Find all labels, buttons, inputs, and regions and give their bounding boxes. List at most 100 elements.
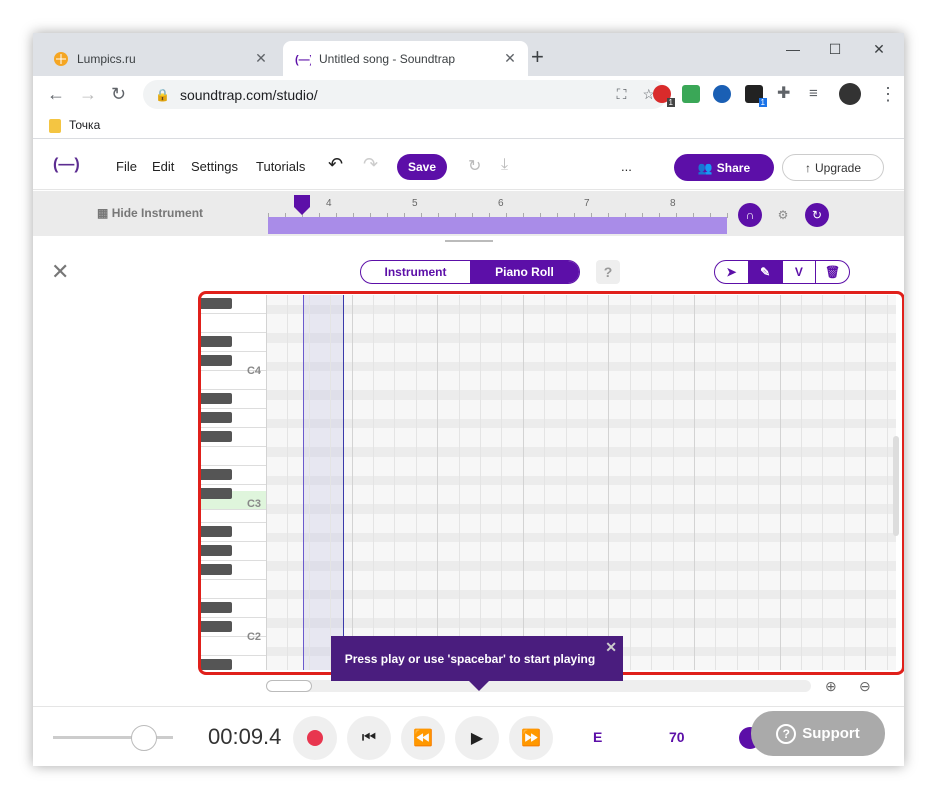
record-button[interactable] xyxy=(293,716,337,760)
piano-roll-editor: ✕ Instrument Piano Roll ? ➤ ✎ V 🗑 C4 C3 … xyxy=(33,236,904,706)
time-display: 00:09.4 xyxy=(208,724,282,749)
playback-tooltip: Press play or use 'spacebar' to start pl… xyxy=(331,636,623,691)
support-button[interactable]: ? Support xyxy=(751,711,885,756)
tool-group: ➤ ✎ V 🗑 xyxy=(714,260,850,284)
soundtrap-favicon-icon: (—) xyxy=(295,54,311,66)
tempo-display[interactable]: 70 xyxy=(669,729,685,745)
highlight-frame xyxy=(198,291,904,675)
profile-avatar[interactable] xyxy=(839,83,861,105)
soundtrap-logo[interactable]: (—) xyxy=(53,156,80,174)
share-button[interactable]: 👥 Share xyxy=(674,154,774,181)
sync-icon[interactable]: ↻ xyxy=(468,156,481,176)
reload-icon[interactable]: ↻ xyxy=(111,85,126,103)
pointer-tool-icon[interactable]: ➤ xyxy=(715,261,749,283)
play-button[interactable]: ▶ xyxy=(455,716,499,760)
hide-instrument-label: Hide Instrument xyxy=(111,206,204,220)
arrow-up-icon: ↑ xyxy=(804,160,811,175)
url-text: soundtrap.com/studio/ xyxy=(179,86,318,103)
tooltip-text: Press play or use 'spacebar' to start pl… xyxy=(344,651,596,666)
key-display[interactable]: E xyxy=(593,729,602,745)
record-icon xyxy=(307,730,323,746)
tab-close-icon[interactable]: ✕ xyxy=(502,50,518,67)
loop-region[interactable] xyxy=(268,217,727,234)
tooltip-close-icon[interactable]: ✕ xyxy=(605,639,617,656)
tab-lumpics[interactable]: Lumpics.ru ✕ xyxy=(41,41,279,76)
forward-icon[interactable]: → xyxy=(79,85,97,103)
ruler-number: 6 xyxy=(498,198,504,209)
download-icon[interactable]: ⤓ xyxy=(501,156,508,174)
tab-title: Lumpics.ru xyxy=(77,51,136,66)
zoom-out-icon[interactable]: ⊖ xyxy=(859,678,871,695)
rewind-button[interactable]: ⏪ xyxy=(401,716,445,760)
soundtrap-app: (—) File Edit Settings Tutorials ↶ ↷ Sav… xyxy=(33,140,904,766)
tab-piano-roll[interactable]: Piano Roll xyxy=(470,261,579,283)
tab-title: Untitled song - Soundtrap xyxy=(319,51,456,66)
bookmark-item[interactable]: Точка xyxy=(69,118,100,132)
hide-instrument-button[interactable]: ▦ Hide Instrument xyxy=(97,206,203,220)
trash-icon[interactable]: 🗑 xyxy=(816,261,849,283)
browser-menu-icon[interactable]: ⋮ xyxy=(879,85,897,103)
magnet-snap-icon[interactable]: ∩ xyxy=(738,203,762,227)
fast-forward-button[interactable]: ⏩ xyxy=(509,716,553,760)
menu-edit[interactable]: Edit xyxy=(152,159,174,174)
extensions-puzzle-icon[interactable]: ✚ xyxy=(777,85,790,103)
upgrade-label: Upgrade xyxy=(814,160,862,175)
more-menu[interactable]: ... xyxy=(621,159,632,174)
resize-handle[interactable] xyxy=(445,240,493,242)
editor-tab-switch: Instrument Piano Roll xyxy=(360,260,580,284)
tab-instrument[interactable]: Instrument xyxy=(361,261,470,283)
menu-tutorials[interactable]: Tutorials xyxy=(256,159,305,174)
skip-back-icon: ⏮ xyxy=(361,729,377,746)
media-queue-icon[interactable]: ≡ xyxy=(809,85,818,103)
menu-settings[interactable]: Settings xyxy=(191,159,238,174)
save-button[interactable]: Save xyxy=(397,154,447,180)
new-tab-button[interactable]: + xyxy=(531,46,544,68)
play-icon: ▶ xyxy=(470,730,484,747)
gear-icon[interactable]: ⚙ xyxy=(771,203,795,227)
close-editor-icon[interactable]: ✕ xyxy=(51,259,69,285)
extension-music-icon[interactable] xyxy=(682,85,700,103)
volume-knob[interactable] xyxy=(131,725,157,751)
tab-close-icon[interactable]: ✕ xyxy=(253,50,269,67)
ruler-number: 8 xyxy=(670,198,676,209)
zoom-in-icon[interactable]: ⊕ xyxy=(825,678,837,695)
address-bar-row: ← → ↻ 🔒 soundtrap.com/studio/ ⛶ ☆ 1 1 ✚ … xyxy=(33,76,904,114)
extension-red-icon[interactable]: 1 xyxy=(653,85,675,107)
window-close-icon[interactable]: ✕ xyxy=(859,37,899,61)
timeline-ruler[interactable]: 4 5 6 7 8 xyxy=(268,198,728,219)
support-label: Support xyxy=(802,725,860,742)
pencil-tool-icon[interactable]: ✎ xyxy=(748,261,783,283)
upgrade-button[interactable]: ↑ Upgrade xyxy=(782,154,884,181)
menu-file[interactable]: File xyxy=(116,159,137,174)
redo-icon[interactable]: ↷ xyxy=(363,154,378,175)
keyboard-icon: ▦ xyxy=(97,206,109,220)
omnibox[interactable]: 🔒 soundtrap.com/studio/ ⛶ ☆ xyxy=(143,80,667,109)
horizontal-scrollbar[interactable] xyxy=(266,680,811,692)
lumpics-favicon-icon xyxy=(54,51,68,66)
ruler-number: 4 xyxy=(326,198,332,209)
help-circle-icon: ? xyxy=(776,723,797,744)
ruler-tick xyxy=(727,213,728,218)
browser-window: Lumpics.ru ✕ (—) Untitled song - Soundtr… xyxy=(33,33,904,766)
maximize-icon[interactable]: ☐ xyxy=(815,37,855,61)
translate-icon[interactable]: ⛶ xyxy=(617,86,627,103)
people-icon: 👥 xyxy=(697,160,713,175)
extension-globe-icon[interactable] xyxy=(713,85,731,103)
svg-text:(—): (—) xyxy=(295,54,311,66)
skip-to-start-button[interactable]: ⏮ xyxy=(347,716,391,760)
share-label: Share xyxy=(716,160,751,175)
extension-cube-icon[interactable]: 1 xyxy=(745,85,767,107)
bookmark-folder-icon xyxy=(49,119,61,133)
scroll-thumb[interactable] xyxy=(266,680,312,692)
minimize-icon[interactable]: — xyxy=(773,37,813,61)
ruler-number: 5 xyxy=(412,198,418,209)
lock-icon: 🔒 xyxy=(155,87,170,102)
loop-icon[interactable]: ↻ xyxy=(805,203,829,227)
ruler-number: 7 xyxy=(584,198,590,209)
tab-strip: Lumpics.ru ✕ (—) Untitled song - Soundtr… xyxy=(33,33,904,76)
help-icon[interactable]: ? xyxy=(596,260,620,284)
velocity-tool[interactable]: V xyxy=(783,261,817,283)
back-icon[interactable]: ← xyxy=(47,85,65,103)
tab-soundtrap[interactable]: (—) Untitled song - Soundtrap ✕ xyxy=(283,41,528,76)
undo-icon[interactable]: ↶ xyxy=(328,154,343,175)
